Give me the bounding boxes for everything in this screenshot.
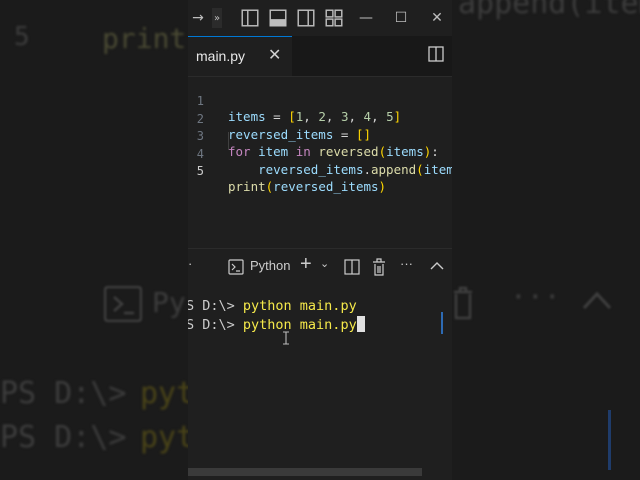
- close-window-icon[interactable]: ✕: [427, 8, 447, 28]
- terminal-line: S D:\> python main.py: [188, 298, 357, 314]
- bg-panel-label: Py: [152, 286, 186, 319]
- split-editor-icon[interactable]: [428, 46, 444, 62]
- toggle-panel-icon[interactable]: [268, 8, 288, 28]
- bg-terminal-fragment-2: PS D:\>: [0, 420, 145, 455]
- split-terminal-icon[interactable]: [344, 259, 360, 275]
- mouse-ibeam-icon: [283, 331, 289, 345]
- toggle-primary-sidebar-icon[interactable]: [240, 8, 260, 28]
- customize-layout-icon[interactable]: [324, 8, 344, 28]
- horizontal-scrollbar[interactable]: [188, 468, 422, 476]
- code-text: items = [1, 2, 3, 4, 5]: [228, 109, 402, 124]
- bg-cmd-fragment-2: pyt: [140, 420, 195, 455]
- code-text: reversed_items = []: [228, 127, 371, 142]
- close-tab-icon[interactable]: ✕: [268, 45, 281, 64]
- code-text: for item in reversed(items):: [228, 144, 439, 159]
- code-line: 1 items = [1, 2, 3, 4, 5]: [188, 79, 401, 124]
- more-actions-icon[interactable]: ···: [400, 256, 413, 271]
- terminal-scrollbar[interactable]: [441, 312, 443, 334]
- new-terminal-icon[interactable]: +: [300, 253, 312, 276]
- terminal-line-current: S D:\> python main.py: [188, 316, 365, 333]
- line-number: 5: [196, 164, 204, 178]
- bg-code-fragment-tail: append(item: [458, 0, 640, 21]
- tab-main-py[interactable]: main.py ✕: [188, 36, 292, 76]
- minimize-icon[interactable]: —: [356, 8, 376, 28]
- terminal-name[interactable]: Python: [250, 258, 290, 273]
- prompt: S D:\>: [188, 317, 243, 333]
- panel-separator: [188, 248, 452, 249]
- maximize-icon[interactable]: ☐: [391, 8, 411, 28]
- chevron-up-icon[interactable]: [430, 261, 444, 271]
- tab-label: main.py: [196, 48, 246, 64]
- chevron-down-icon[interactable]: ⌄: [320, 257, 329, 270]
- bg-terminal-icon: [104, 286, 142, 322]
- search-box-fragment-icon[interactable]: »: [212, 8, 222, 28]
- command: python main.py: [242, 317, 357, 333]
- bg-more-icon: ···: [510, 280, 561, 313]
- toggle-secondary-sidebar-icon[interactable]: [296, 8, 316, 28]
- code-line-active: 5 print(reversed_items): [188, 149, 386, 194]
- trash-icon[interactable]: [372, 258, 386, 276]
- editor-tabs: main.py ✕: [188, 36, 452, 77]
- text-cursor: [356, 316, 365, 332]
- panel-overflow-icon[interactable]: ·: [188, 256, 192, 271]
- title-bar: → » — ☐ ✕: [188, 0, 452, 36]
- code-editor[interactable]: 1 items = [1, 2, 3, 4, 5] 2 reversed_ite…: [188, 77, 452, 249]
- bg-terminal-fragment-1: PS D:\>: [0, 376, 145, 411]
- bg-code-fragment: print: [102, 22, 187, 55]
- command: python main.py: [242, 298, 357, 314]
- vscode-window: → » — ☐ ✕ main.py ✕ 1 items = [1, 2, 3, …: [188, 0, 452, 480]
- prompt: S D:\>: [188, 298, 243, 314]
- code-line: 3 for item in reversed(items):: [188, 114, 439, 159]
- bg-trash-icon: [454, 286, 472, 320]
- code-line: 4 reversed_items.append(item): [188, 132, 452, 177]
- bg-cmd-fragment-1: pyt: [140, 376, 195, 411]
- code-text: print(reversed_items): [228, 179, 387, 194]
- bg-line-number: 5: [14, 22, 30, 52]
- terminal[interactable]: S D:\> python main.py S D:\> python main…: [188, 288, 452, 468]
- code-text: reversed_items.append(item): [258, 162, 452, 177]
- bg-scrollbar: [608, 410, 611, 470]
- indent-guide: [228, 132, 229, 150]
- code-line: 2 reversed_items = []: [188, 97, 371, 142]
- panel-toolbar: · Python + ⌄ ···: [188, 250, 452, 284]
- terminal-icon[interactable]: [228, 259, 244, 275]
- bg-chevron-up-icon: [582, 291, 612, 310]
- forward-arrow-icon[interactable]: →: [188, 8, 208, 28]
